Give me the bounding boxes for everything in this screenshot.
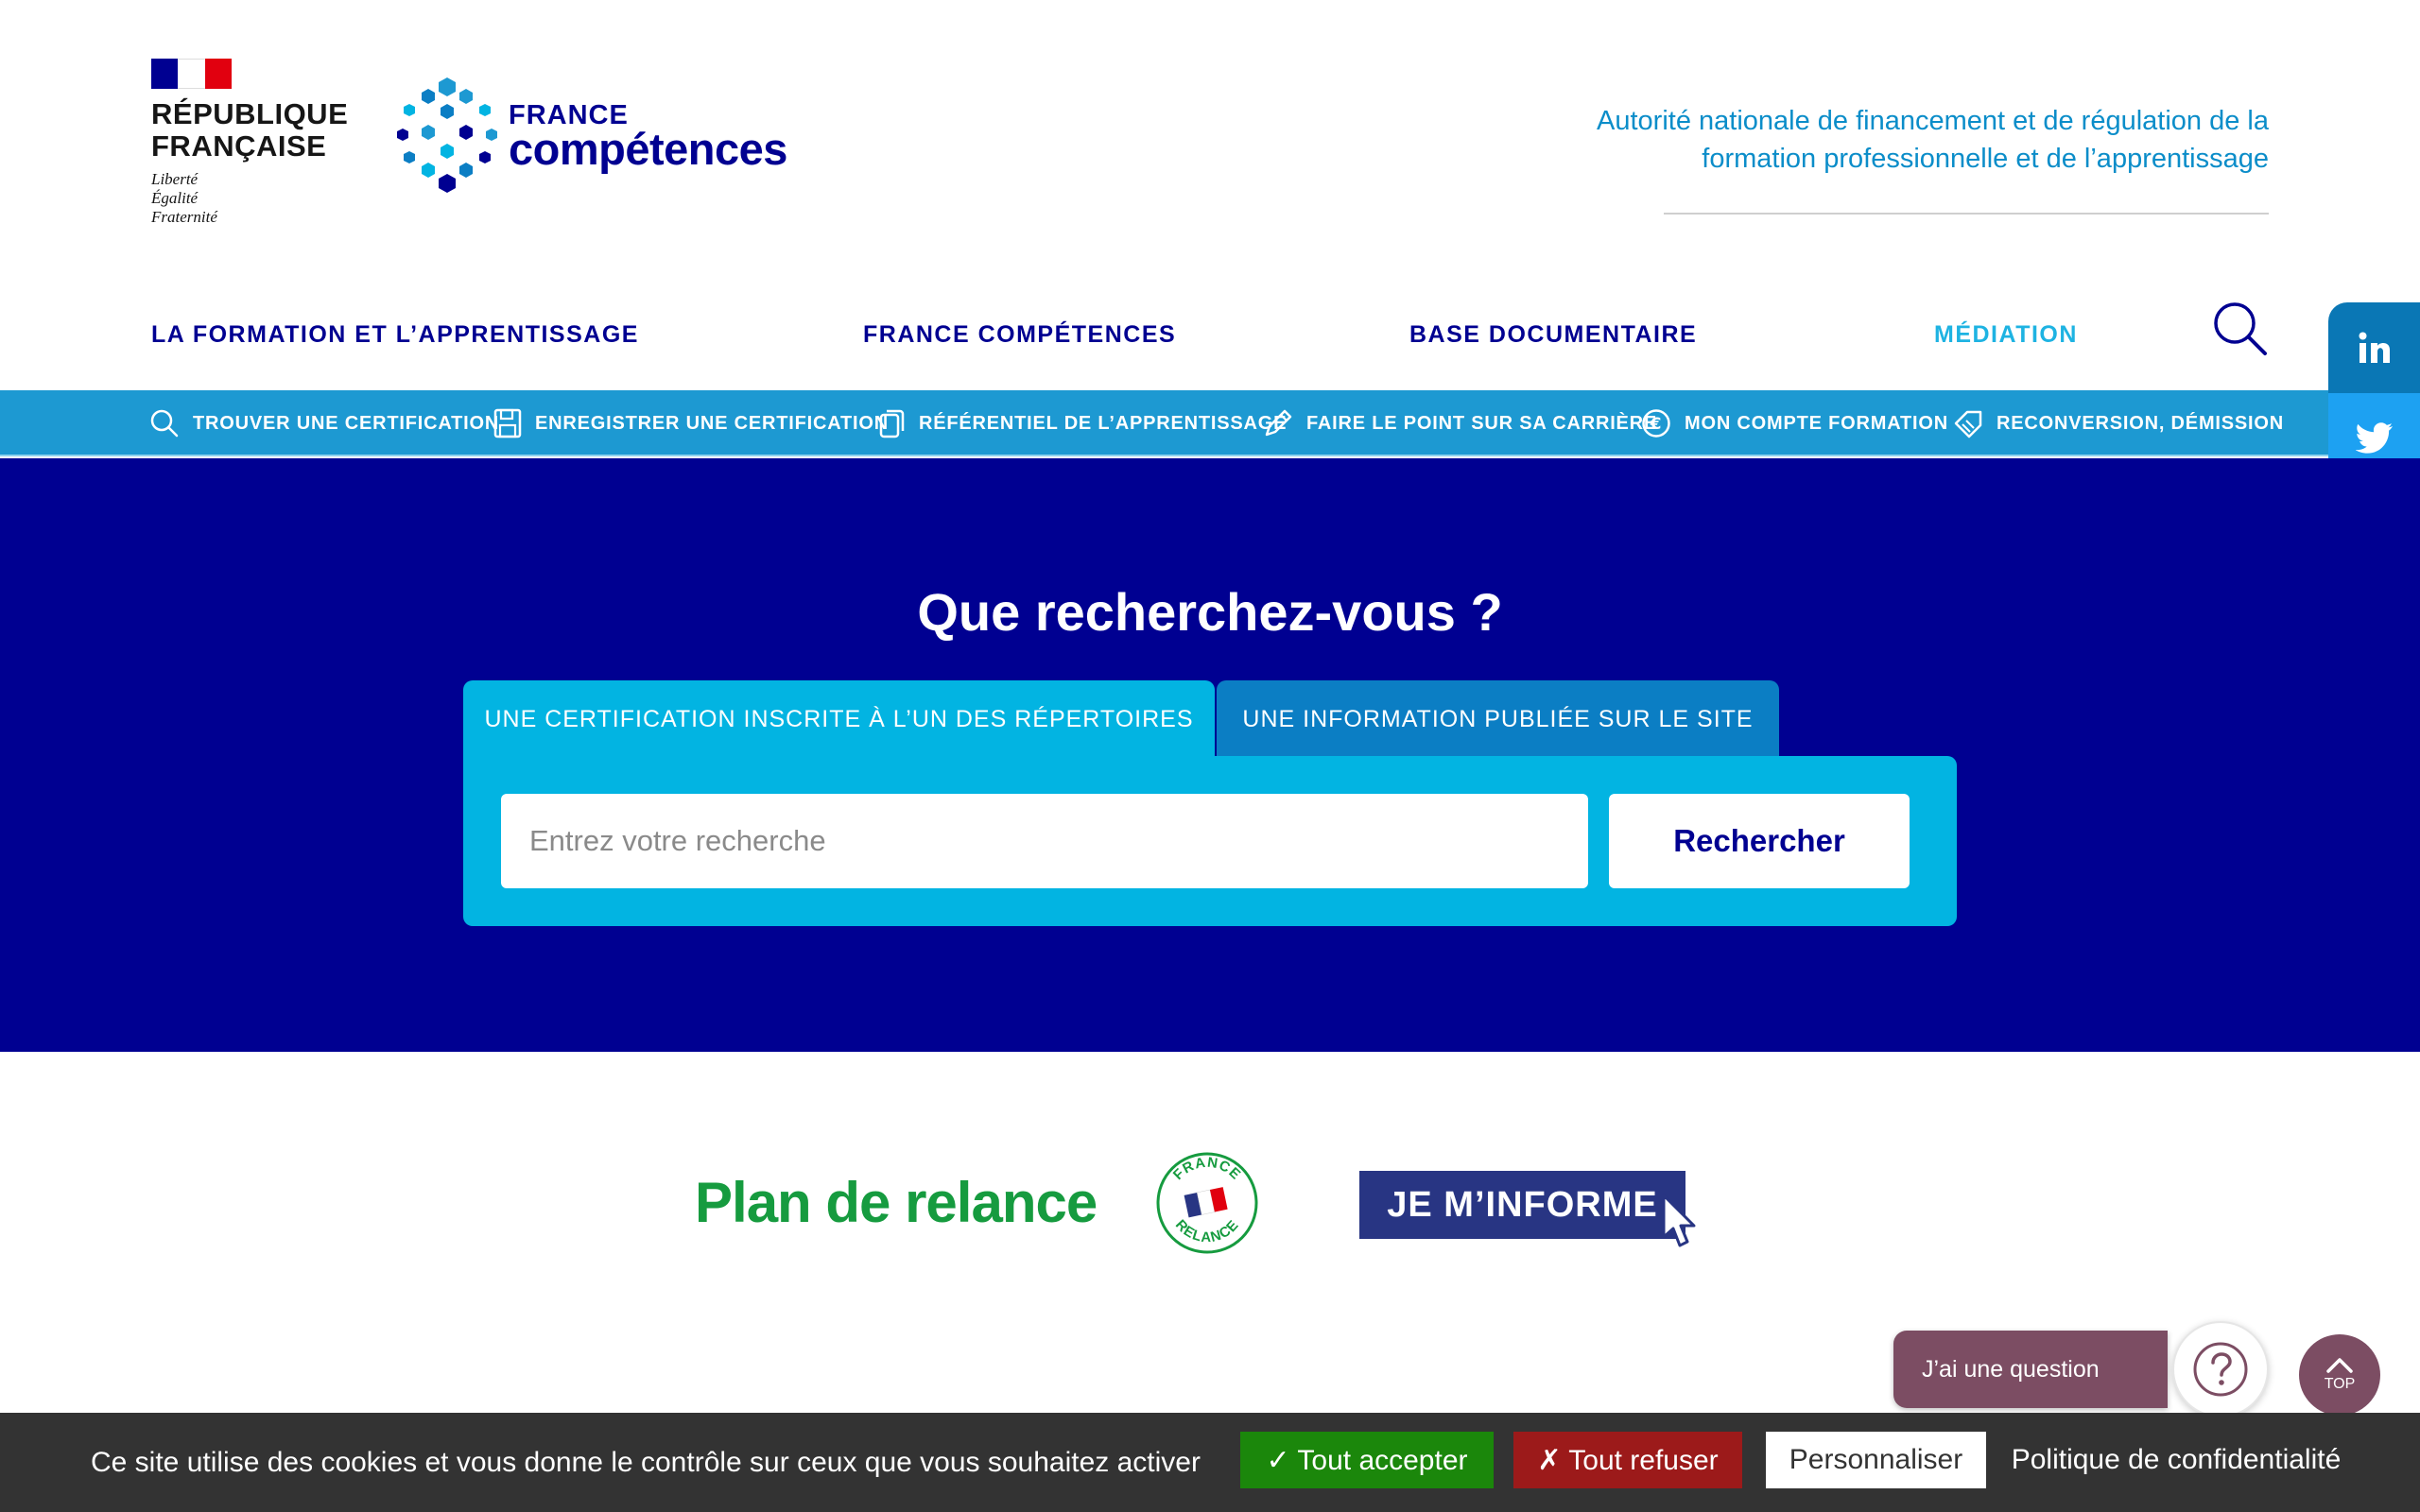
- je-minforme-button[interactable]: JE M’INFORME: [1359, 1171, 1685, 1239]
- hero-search-section: Que recherchez-vous ? UNE CERTIFICATION …: [0, 458, 2420, 1052]
- quicklink-label: TROUVER UNE CERTIFICATION: [193, 412, 500, 434]
- rf-name-line2: FRANÇAISE: [151, 129, 327, 163]
- quicklink-label: RECONVERSION, DÉMISSION: [1996, 412, 2284, 434]
- save-icon: [493, 408, 522, 438]
- pencil-icon: [1265, 409, 1292, 437]
- rf-motto-line1: Liberté: [151, 170, 199, 188]
- back-to-top-button[interactable]: TOP: [2299, 1334, 2380, 1416]
- rf-motto: Liberté Égalité Fraternité: [151, 170, 345, 227]
- search-panel: Rechercher: [463, 756, 1957, 926]
- hero-title: Que recherchez-vous ?: [917, 582, 1503, 642]
- twitter-icon: [2355, 422, 2393, 454]
- quicklink-label: RÉFÉRENTIEL DE L’APPRENTISSAGE: [919, 412, 1288, 434]
- search-submit-button[interactable]: Rechercher: [1609, 794, 1910, 888]
- quick-links-bar: TROUVER UNE CERTIFICATION ENREGISTRER UN…: [0, 390, 2420, 456]
- cookie-accept-all-button[interactable]: ✓ Tout accepter: [1240, 1432, 1494, 1488]
- share-linkedin-button[interactable]: [2328, 302, 2420, 393]
- site-header: RÉPUBLIQUE FRANÇAISE Liberté Égalité Fra…: [0, 0, 2420, 389]
- quicklink-label: FAIRE LE POINT SUR SA CARRIÈRE: [1306, 412, 1658, 434]
- euro-icon: €: [1642, 409, 1670, 438]
- search-input[interactable]: [501, 794, 1588, 888]
- search-icon: [2214, 302, 2267, 355]
- rf-name: RÉPUBLIQUE FRANÇAISE: [151, 97, 349, 163]
- quicklink-reconversion-demission[interactable]: RECONVERSION, DÉMISSION: [1953, 390, 2284, 456]
- cookie-deny-all-button[interactable]: ✗ Tout refuser: [1513, 1432, 1742, 1488]
- quicklink-enregistrer-certification[interactable]: ENREGISTRER UNE CERTIFICATION: [493, 390, 889, 456]
- tab-information-site[interactable]: UNE INFORMATION PUBLIÉE SUR LE SITE: [1217, 680, 1779, 758]
- quicklink-trouver-certification[interactable]: TROUVER UNE CERTIFICATION: [149, 390, 499, 456]
- tagline-line2: formation professionnelle et de l’appren…: [1702, 144, 2269, 174]
- search-icon: [150, 409, 179, 438]
- rf-motto-line3: Fraternité: [151, 208, 217, 226]
- cookie-consent-bar: Ce site utilise des cookies et vous donn…: [0, 1413, 2420, 1512]
- nav-item-mediation[interactable]: MÉDIATION: [1934, 321, 2078, 349]
- france-relance-badge-icon: FRANCE RELANCE: [1156, 1152, 1258, 1254]
- nav-item-base-documentaire[interactable]: BASE DOCUMENTAIRE: [1409, 321, 1697, 349]
- chevron-up-icon: [2326, 1358, 2353, 1373]
- nav-item-formation-apprentissage[interactable]: LA FORMATION ET L’APPRENTISSAGE: [151, 321, 639, 349]
- nav-item-france-competences[interactable]: FRANCE COMPÉTENCES: [863, 321, 1176, 349]
- quicklink-label: MON COMPTE FORMATION: [1685, 412, 1948, 434]
- document-copy-icon: [879, 409, 905, 438]
- quicklink-referentiel-apprentissage[interactable]: RÉFÉRENTIEL DE L’APPRENTISSAGE: [879, 390, 1287, 456]
- linkedin-icon: [2359, 332, 2390, 363]
- france-competences-logo[interactable]: FRANCE compétences: [395, 76, 792, 194]
- tab-certification-repertoires[interactable]: UNE CERTIFICATION INSCRITE À L’UN DES RÉ…: [463, 680, 1215, 758]
- cubes-logo-icon: [397, 77, 497, 193]
- tagline-divider: [1664, 213, 2269, 215]
- cookie-customize-button[interactable]: Personnaliser: [1766, 1432, 1986, 1488]
- chat-question-bubble[interactable]: J’ai une question: [1893, 1331, 2168, 1408]
- privacy-policy-link[interactable]: Politique de confidentialité: [2006, 1432, 2346, 1488]
- cookie-message: Ce site utilise des cookies et vous donn…: [91, 1446, 1201, 1478]
- question-icon: [2193, 1342, 2248, 1397]
- site-tagline: Autorité nationale de financement et de …: [1494, 102, 2269, 178]
- back-to-top-label: TOP: [2324, 1376, 2356, 1392]
- pointer-cursor-icon: [1662, 1194, 1696, 1247]
- rf-motto-line2: Égalité: [151, 189, 199, 207]
- tag-icon: [1954, 410, 1982, 438]
- main-nav: LA FORMATION ET L’APPRENTISSAGE FRANCE C…: [151, 312, 2269, 359]
- rf-name-line1: RÉPUBLIQUE: [151, 97, 349, 130]
- quicklink-label: ENREGISTRER UNE CERTIFICATION: [535, 412, 889, 434]
- quicklink-point-carriere[interactable]: FAIRE LE POINT SUR SA CARRIÈRE: [1263, 390, 1657, 456]
- svg-text:€: €: [1650, 415, 1663, 434]
- quicklink-mon-compte-formation[interactable]: € MON COMPTE FORMATION: [1641, 390, 1948, 456]
- tagline-line1: Autorité nationale de financement et de …: [1597, 106, 2269, 136]
- republique-francaise-logo[interactable]: RÉPUBLIQUE FRANÇAISE Liberté Égalité Fra…: [151, 59, 349, 227]
- chat-help-button[interactable]: [2172, 1321, 2269, 1418]
- header-search-button[interactable]: [2212, 301, 2269, 357]
- fc-logo-big-text: compétences: [509, 124, 787, 174]
- relance-title: Plan de relance: [695, 1171, 1098, 1234]
- marianne-flag-icon: [151, 59, 232, 89]
